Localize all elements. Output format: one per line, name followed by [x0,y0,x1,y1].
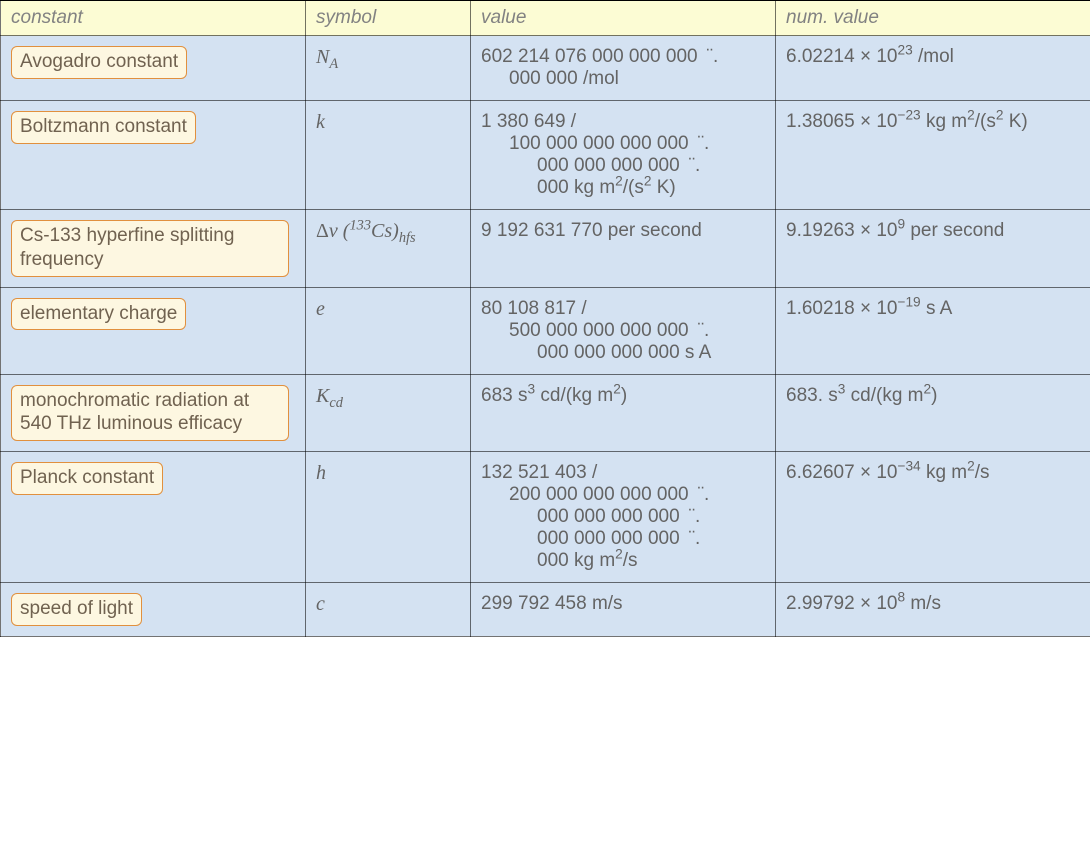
constant-cell: speed of light [1,583,306,637]
col-numvalue: num. value [776,1,1090,36]
numvalue-cell: 6.62607 × 10−34 kg m2/s [776,452,1090,583]
table-row: Avogadro constant NA 602 214 076 000 000… [1,36,1090,101]
constant-cell: Avogadro constant [1,36,306,101]
constant-pill[interactable]: speed of light [11,593,142,626]
value-cell: 132 521 403 /200 000 000 000 000 ¨.000 0… [471,452,776,583]
constants-table: constant symbol value num. value Avogadr… [0,0,1090,637]
constant-pill[interactable]: Planck constant [11,462,163,495]
value-cell: 9 192 631 770 per second [471,210,776,288]
constant-cell: Cs-133 hyperfine splitting frequency [1,210,306,288]
numvalue-cell: 1.60218 × 10−19 s A [776,287,1090,374]
value-cell: 80 108 817 /500 000 000 000 000 ¨.000 00… [471,287,776,374]
table-row: elementary charge e 80 108 817 /500 000 … [1,287,1090,374]
constant-cell: monochromatic radiation at 540 THz lumin… [1,374,306,452]
table-row: speed of light c 299 792 458 m/s 2.99792… [1,583,1090,637]
value-cell: 299 792 458 m/s [471,583,776,637]
constant-cell: elementary charge [1,287,306,374]
symbol-cell: NA [306,36,471,101]
table-row: Planck constant h 132 521 403 /200 000 0… [1,452,1090,583]
value-cell: 602 214 076 000 000 000 ¨.000 000 /mol [471,36,776,101]
numvalue-cell: 2.99792 × 108 m/s [776,583,1090,637]
symbol-cell: Kcd [306,374,471,452]
numvalue-cell: 1.38065 × 10−23 kg m2/(s2 K) [776,101,1090,210]
constant-pill[interactable]: elementary charge [11,298,186,331]
constant-pill[interactable]: Avogadro constant [11,46,187,79]
symbol-cell: e [306,287,471,374]
table-row: Boltzmann constant k 1 380 649 /100 000 … [1,101,1090,210]
constant-pill[interactable]: monochromatic radiation at 540 THz lumin… [11,385,289,442]
value-cell: 683 s3 cd/(kg m2) [471,374,776,452]
table-body: Avogadro constant NA 602 214 076 000 000… [1,36,1090,637]
value-cell: 1 380 649 /100 000 000 000 000 ¨.000 000… [471,101,776,210]
table-row: monochromatic radiation at 540 THz lumin… [1,374,1090,452]
numvalue-cell: 6.02214 × 1023 /mol [776,36,1090,101]
numvalue-cell: 683. s3 cd/(kg m2) [776,374,1090,452]
symbol-cell: c [306,583,471,637]
constant-pill[interactable]: Cs-133 hyperfine splitting frequency [11,220,289,277]
table-header-row: constant symbol value num. value [1,1,1090,36]
col-symbol: symbol [306,1,471,36]
numvalue-cell: 9.19263 × 109 per second [776,210,1090,288]
col-value: value [471,1,776,36]
constant-cell: Planck constant [1,452,306,583]
table-row: Cs-133 hyperfine splitting frequency Δν … [1,210,1090,288]
symbol-cell: h [306,452,471,583]
col-constant: constant [1,1,306,36]
symbol-cell: Δν (133Cs)hfs [306,210,471,288]
constant-cell: Boltzmann constant [1,101,306,210]
constant-pill[interactable]: Boltzmann constant [11,111,196,144]
symbol-cell: k [306,101,471,210]
